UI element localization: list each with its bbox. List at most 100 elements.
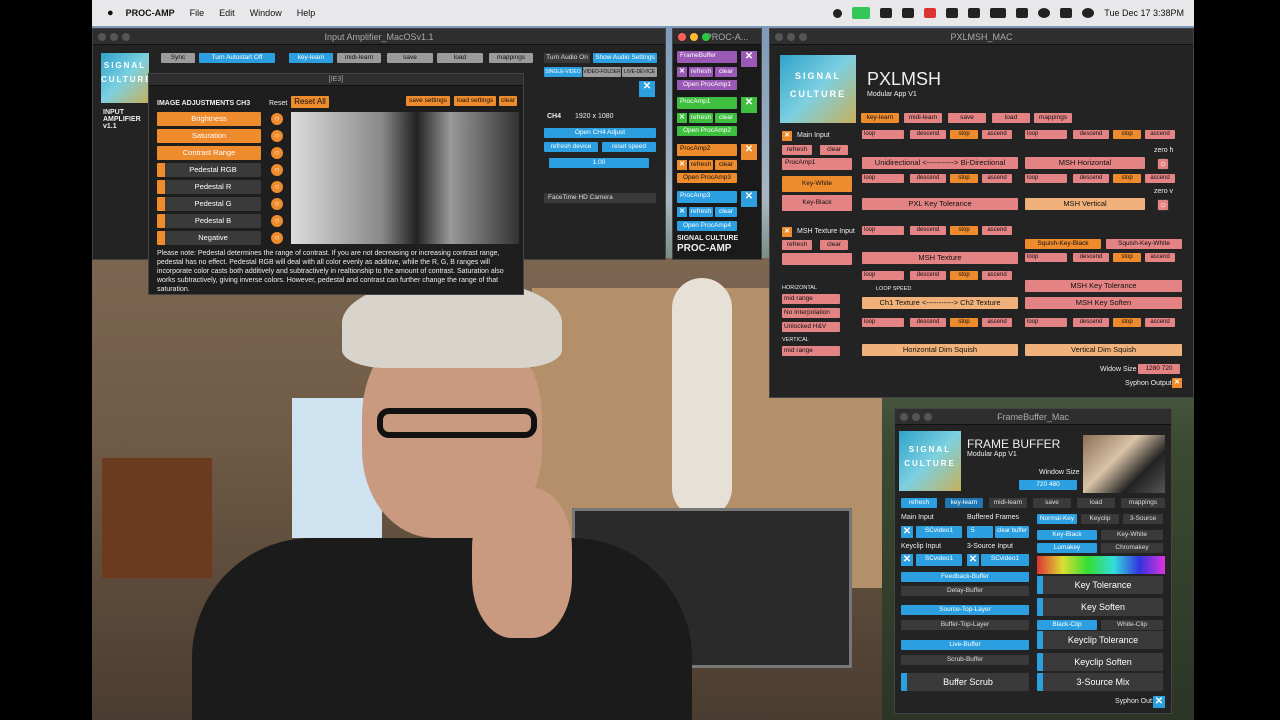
clear-button[interactable]: clear bbox=[715, 67, 737, 77]
clear-button[interactable]: clear bbox=[715, 207, 737, 217]
key-soften-slider[interactable]: Key Soften bbox=[1037, 598, 1163, 616]
procamp3-select[interactable]: ProcAmp3 bbox=[677, 191, 737, 203]
chromakey-button[interactable]: Chromakey bbox=[1101, 543, 1163, 553]
lock-select[interactable]: Unlocked H&V bbox=[782, 322, 840, 332]
key-black-button[interactable]: Key-Black bbox=[1037, 530, 1097, 540]
window-size-select[interactable]: 720 480 bbox=[1019, 480, 1077, 490]
pxl-key-tolerance-slider[interactable]: PXL Key Tolerance bbox=[862, 198, 1018, 210]
close-x-icon[interactable]: ✕ bbox=[741, 97, 757, 113]
loop-row-6-descend-button[interactable]: descend bbox=[1073, 253, 1109, 262]
msh-key-tolerance-slider[interactable]: MSH Key Tolerance bbox=[1025, 280, 1182, 292]
slider-pedestal-b[interactable]: Pedestal B bbox=[157, 214, 261, 228]
three-source-mix-slider[interactable]: 3-Source Mix bbox=[1037, 673, 1163, 691]
loop-row-3-ascend-button[interactable]: ascend bbox=[1145, 174, 1175, 183]
loop-row-3-loop-button[interactable]: loop bbox=[1025, 174, 1067, 183]
source-top-layer-button[interactable]: Source-Top-Layer bbox=[901, 605, 1029, 615]
single-video-tab[interactable]: SINGLE-VIDEO bbox=[544, 67, 582, 77]
refresh-button[interactable]: refresh bbox=[901, 498, 937, 508]
loop-row-2-descend-button[interactable]: descend bbox=[910, 174, 946, 183]
color-picker[interactable] bbox=[1037, 556, 1165, 574]
clear-button[interactable]: clear bbox=[715, 113, 737, 123]
scrub-buffer-button[interactable]: Scrub-Buffer bbox=[901, 655, 1029, 665]
key-white-button[interactable]: Key-White bbox=[782, 176, 852, 192]
reset-all-button[interactable]: Reset All bbox=[291, 96, 329, 108]
loop-row-1-stop-button[interactable]: stop bbox=[1113, 130, 1141, 139]
reset-contrast-range-button[interactable]: ○ bbox=[271, 147, 283, 159]
loop-row-8-ascend-button[interactable]: ascend bbox=[1145, 318, 1175, 327]
key-learn-button[interactable]: key-learn bbox=[861, 113, 899, 123]
reset-negative-button[interactable]: ○ bbox=[271, 232, 283, 244]
refresh-device-button[interactable]: refresh device bbox=[544, 142, 598, 152]
key-tolerance-slider[interactable]: Key Tolerance bbox=[1037, 576, 1163, 594]
loop-row-8-loop-button[interactable]: loop bbox=[1025, 318, 1067, 327]
normal-key-tab[interactable]: Normal-Key bbox=[1037, 514, 1077, 524]
texture-input-select[interactable] bbox=[782, 253, 852, 265]
title-bar[interactable]: PROC-A... bbox=[673, 29, 761, 45]
horizontal-dim-squish-slider[interactable]: Horizontal Dim Squish bbox=[862, 344, 1018, 356]
close-x-icon[interactable]: ✕ bbox=[741, 51, 757, 67]
mappings-button[interactable]: mappings bbox=[489, 53, 533, 63]
mappings-button[interactable]: mappings bbox=[1034, 113, 1072, 123]
speed-value[interactable]: 1.00 bbox=[549, 158, 649, 168]
loop-row-0-ascend-button[interactable]: ascend bbox=[982, 130, 1012, 139]
loop-row-2-ascend-button[interactable]: ascend bbox=[982, 174, 1012, 183]
key-learn-button[interactable]: key-learn bbox=[289, 53, 333, 63]
slider-pedestal-r[interactable]: Pedestal R bbox=[157, 180, 261, 194]
save-settings-button[interactable]: save settings bbox=[406, 96, 450, 106]
open-ch4-adjust-button[interactable]: Open CH4 Adjust bbox=[544, 128, 656, 138]
timer-icon[interactable] bbox=[946, 8, 959, 18]
siri-icon[interactable] bbox=[1082, 8, 1095, 18]
squish-key-white-button[interactable]: Squish-Key-White bbox=[1106, 239, 1182, 249]
loop-row-4-stop-button[interactable]: stop bbox=[950, 226, 978, 235]
key-learn-button[interactable]: key-learn bbox=[945, 498, 983, 508]
search-icon[interactable] bbox=[1038, 8, 1051, 18]
refresh-button[interactable]: refresh bbox=[689, 160, 713, 170]
title-bar[interactable]: Input Amplifier_MacOSv1.1 bbox=[93, 29, 665, 45]
x-icon[interactable]: ✕ bbox=[677, 67, 687, 77]
loop-row-3-descend-button[interactable]: descend bbox=[1073, 174, 1109, 183]
turn-audio-on-button[interactable]: Turn Audio On bbox=[544, 53, 590, 63]
clear-buffer-button[interactable]: clear buffer bbox=[995, 526, 1029, 538]
slider-negative[interactable]: Negative bbox=[157, 231, 261, 245]
loop-row-7-stop-button[interactable]: stop bbox=[950, 318, 978, 327]
loop-row-1-loop-button[interactable]: loop bbox=[1025, 130, 1067, 139]
lumakey-button[interactable]: Lumakey bbox=[1037, 543, 1097, 553]
menu-edit[interactable]: Edit bbox=[219, 8, 235, 18]
sync-button[interactable]: Sync bbox=[161, 53, 195, 63]
keyclip-input-select[interactable]: SCvideo1 bbox=[916, 554, 962, 566]
battery-icon[interactable] bbox=[990, 8, 1007, 18]
open-procamp4-button[interactable]: Open ProcAmp4 bbox=[677, 221, 737, 231]
loop-row-6-ascend-button[interactable]: ascend bbox=[1145, 253, 1175, 262]
app-menu[interactable]: PROC-AMP bbox=[126, 8, 175, 18]
loop-row-5-stop-button[interactable]: stop bbox=[950, 271, 978, 280]
feedback-buffer-button[interactable]: Feedback-Buffer bbox=[901, 572, 1029, 582]
refresh-button[interactable]: refresh bbox=[689, 67, 713, 77]
panel-title-bar[interactable]: [IE3] bbox=[149, 74, 523, 86]
loop-row-7-ascend-button[interactable]: ascend bbox=[982, 318, 1012, 327]
syphon-out-toggle[interactable]: ✕ bbox=[1153, 696, 1165, 708]
reset-brightness-button[interactable]: ○ bbox=[271, 113, 283, 125]
mappings-button[interactable]: mappings bbox=[1121, 498, 1165, 508]
save-button[interactable]: save bbox=[948, 113, 986, 123]
reset-pedestal-r-button[interactable]: ○ bbox=[271, 181, 283, 193]
app-status-icon[interactable] bbox=[924, 8, 937, 18]
slider-contrast-range[interactable]: Contrast Range bbox=[157, 146, 261, 160]
save-button[interactable]: save bbox=[387, 53, 433, 63]
slider-saturation[interactable]: Saturation bbox=[157, 129, 261, 143]
zero-v-button[interactable]: ○ bbox=[1157, 199, 1169, 211]
reset-pedestal-rgb-button[interactable]: ○ bbox=[271, 164, 283, 176]
slider-pedestal-rgb[interactable]: Pedestal RGB bbox=[157, 163, 261, 177]
loop-row-0-stop-button[interactable]: stop bbox=[950, 130, 978, 139]
keyclip-tab[interactable]: Keyclip bbox=[1081, 514, 1119, 524]
framebuffer-select[interactable]: FrameBuffer bbox=[677, 51, 737, 63]
keyboard-icon[interactable] bbox=[968, 8, 981, 18]
x-icon[interactable]: ✕ bbox=[901, 554, 913, 566]
loop-row-1-ascend-button[interactable]: ascend bbox=[1145, 130, 1175, 139]
refresh-button[interactable]: refresh bbox=[782, 145, 812, 155]
video-folder-tab[interactable]: VIDEO-FOLDER bbox=[583, 67, 621, 77]
loop-row-3-stop-button[interactable]: stop bbox=[1113, 174, 1141, 183]
midi-learn-button[interactable]: midi-learn bbox=[989, 498, 1027, 508]
refresh-button[interactable]: refresh bbox=[782, 240, 812, 250]
load-button[interactable]: load bbox=[992, 113, 1030, 123]
midi-learn-button[interactable]: midi-learn bbox=[904, 113, 942, 123]
